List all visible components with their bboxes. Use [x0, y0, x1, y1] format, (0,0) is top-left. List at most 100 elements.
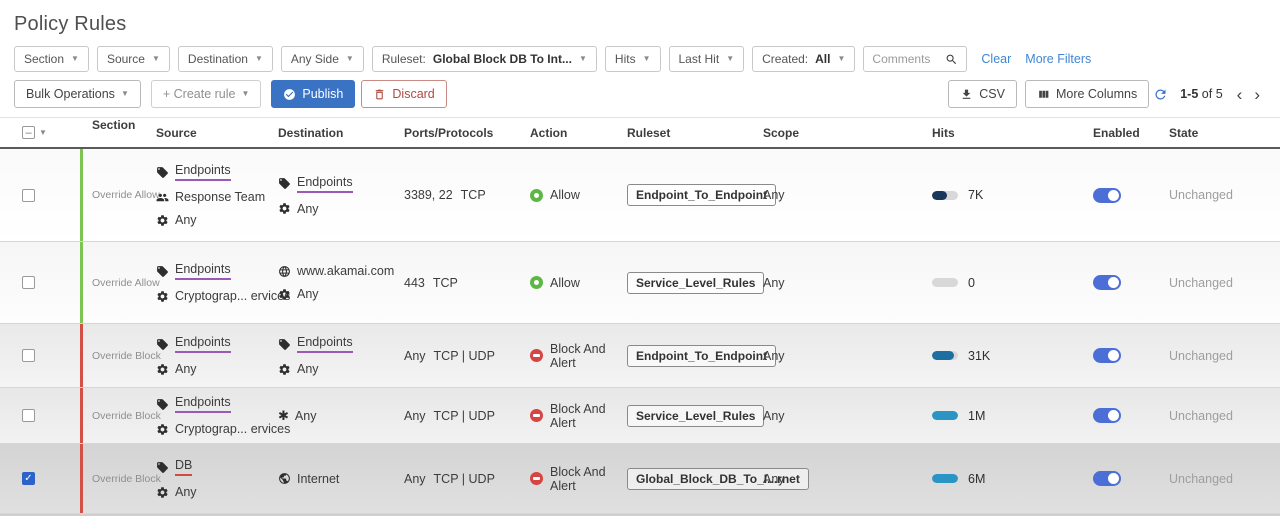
entity-label: Cryptograp... ervices [175, 422, 290, 436]
entity-label: Endpoints [175, 395, 231, 413]
csv-button[interactable]: CSV [948, 80, 1017, 108]
entity-label: Endpoints [297, 335, 353, 353]
chevron-down-icon[interactable]: ▼ [39, 129, 47, 137]
gear-icon [156, 290, 169, 303]
comments-search[interactable] [863, 46, 967, 72]
hits-cell: 7K [920, 188, 1085, 202]
source-entity[interactable]: Endpoints [156, 395, 231, 413]
source-entity[interactable]: Endpoints [156, 163, 231, 181]
destination-entity[interactable]: Any [278, 362, 319, 376]
state-cell: Unchanged [1157, 472, 1280, 486]
header-section: Section [92, 118, 135, 132]
ruleset-link[interactable]: Endpoint_To_Endpoint [627, 184, 776, 206]
table-row[interactable]: Override Allow Endpoints Cryptograp... e… [0, 242, 1280, 324]
comments-search-input[interactable] [872, 52, 944, 66]
next-page-button[interactable]: › [1248, 86, 1266, 103]
source-entity[interactable]: Response Team [156, 190, 265, 204]
trash-icon [373, 88, 386, 101]
table-row[interactable]: Override Allow Endpoints Response Team A… [0, 149, 1280, 242]
enabled-toggle[interactable] [1093, 408, 1121, 423]
filter-hits[interactable]: Hits▼ [605, 46, 661, 72]
ruleset-link[interactable]: Endpoint_To_Endpoint [627, 345, 776, 367]
filter-ruleset[interactable]: Ruleset:Global Block DB To Int...▼ [372, 46, 597, 72]
state-cell: Unchanged [1157, 409, 1280, 423]
more-filters-link[interactable]: More Filters [1025, 52, 1091, 66]
source-entity[interactable]: Any [156, 362, 197, 376]
state-cell: Unchanged [1157, 349, 1280, 363]
row-checkbox-checked[interactable] [22, 472, 35, 485]
allow-icon [530, 276, 543, 289]
source-entity[interactable]: Any [156, 213, 197, 227]
bulk-operations-button[interactable]: Bulk Operations▼ [14, 80, 141, 108]
entity-label: Any [175, 362, 197, 376]
refresh-button[interactable] [1153, 87, 1168, 102]
destination-entity[interactable]: Any [278, 202, 319, 216]
source-entity[interactable]: Endpoints [156, 335, 231, 353]
block-icon [530, 472, 543, 485]
filter-source[interactable]: Source▼ [97, 46, 170, 72]
tag-icon [278, 177, 291, 190]
ports-cell: AnyTCP | UDP [404, 409, 530, 423]
source-entity[interactable]: Endpoints [156, 262, 231, 280]
row-checkbox[interactable] [22, 189, 35, 202]
enabled-toggle[interactable] [1093, 348, 1121, 363]
destination-entity[interactable]: Endpoints [278, 175, 353, 193]
hits-bar [932, 411, 958, 420]
source-entity[interactable]: Any [156, 485, 197, 499]
select-all-checkbox[interactable] [22, 126, 35, 139]
entity-label: Response Team [175, 190, 265, 204]
state-cell: Unchanged [1157, 188, 1280, 202]
page-title: Policy Rules [0, 0, 1280, 36]
gear-icon [156, 423, 169, 436]
state-cell: Unchanged [1157, 276, 1280, 290]
enabled-toggle[interactable] [1093, 275, 1121, 290]
destination-entity[interactable]: Internet [278, 472, 339, 486]
table-row-selected[interactable]: Override Block DB Any Internet AnyTCP | … [0, 444, 1280, 514]
scope-cell: Any [755, 349, 920, 363]
header-hits: Hits [920, 126, 1085, 140]
gear-icon [156, 363, 169, 376]
caret-down-icon: ▼ [121, 90, 129, 98]
entity-label: Cryptograp... ervices [175, 289, 290, 303]
filter-any-side[interactable]: Any Side▼ [281, 46, 364, 72]
more-columns-button[interactable]: More Columns [1025, 80, 1149, 108]
filter-created[interactable]: Created:All▼ [752, 46, 855, 72]
row-checkbox[interactable] [22, 409, 35, 422]
section-color-bar [80, 242, 83, 323]
destination-entity[interactable]: Any [278, 287, 319, 301]
source-entity[interactable]: Cryptograp... ervices [156, 289, 290, 303]
row-checkbox[interactable] [22, 276, 35, 289]
discard-button[interactable]: Discard [361, 80, 446, 108]
prev-page-button[interactable]: ‹ [1231, 86, 1249, 103]
hits-cell: 0 [920, 276, 1085, 290]
gear-icon [156, 214, 169, 227]
enabled-toggle[interactable] [1093, 188, 1121, 203]
filter-section[interactable]: Section▼ [14, 46, 89, 72]
ruleset-link[interactable]: Service_Level_Rules [627, 405, 764, 427]
source-entity[interactable]: Cryptograp... ervices [156, 422, 290, 436]
section-label: Override Block [92, 350, 161, 362]
action-cell: Block And Alert [530, 402, 627, 430]
entity-label: DB [175, 458, 192, 476]
filter-destination[interactable]: Destination▼ [178, 46, 273, 72]
create-rule-button[interactable]: + Create rule▼ [151, 80, 262, 108]
caret-down-icon: ▼ [241, 90, 249, 98]
clear-filters-link[interactable]: Clear [981, 52, 1011, 66]
section-label: Override Block [92, 473, 161, 485]
scope-cell: Any [755, 188, 920, 202]
section-color-bar [80, 149, 83, 241]
enabled-toggle[interactable] [1093, 471, 1121, 486]
pagination-range: 1-5 of 5 [1180, 87, 1222, 101]
gear-icon [278, 363, 291, 376]
table-row[interactable]: Override Block Endpoints Cryptograp... e… [0, 388, 1280, 444]
source-entity[interactable]: DB [156, 458, 192, 476]
table-row[interactable]: Override Block Endpoints Any Endpoints A… [0, 324, 1280, 388]
filter-bar: Section▼ Source▼ Destination▼ Any Side▼ … [14, 46, 1280, 72]
publish-button[interactable]: Publish [271, 80, 355, 108]
destination-entity[interactable]: www.akamai.com [278, 264, 394, 278]
destination-entity[interactable]: Endpoints [278, 335, 353, 353]
filter-last-hit[interactable]: Last Hit▼ [669, 46, 745, 72]
row-checkbox[interactable] [22, 349, 35, 362]
ruleset-link[interactable]: Service_Level_Rules [627, 272, 764, 294]
destination-entity[interactable]: ✱Any [278, 409, 316, 423]
